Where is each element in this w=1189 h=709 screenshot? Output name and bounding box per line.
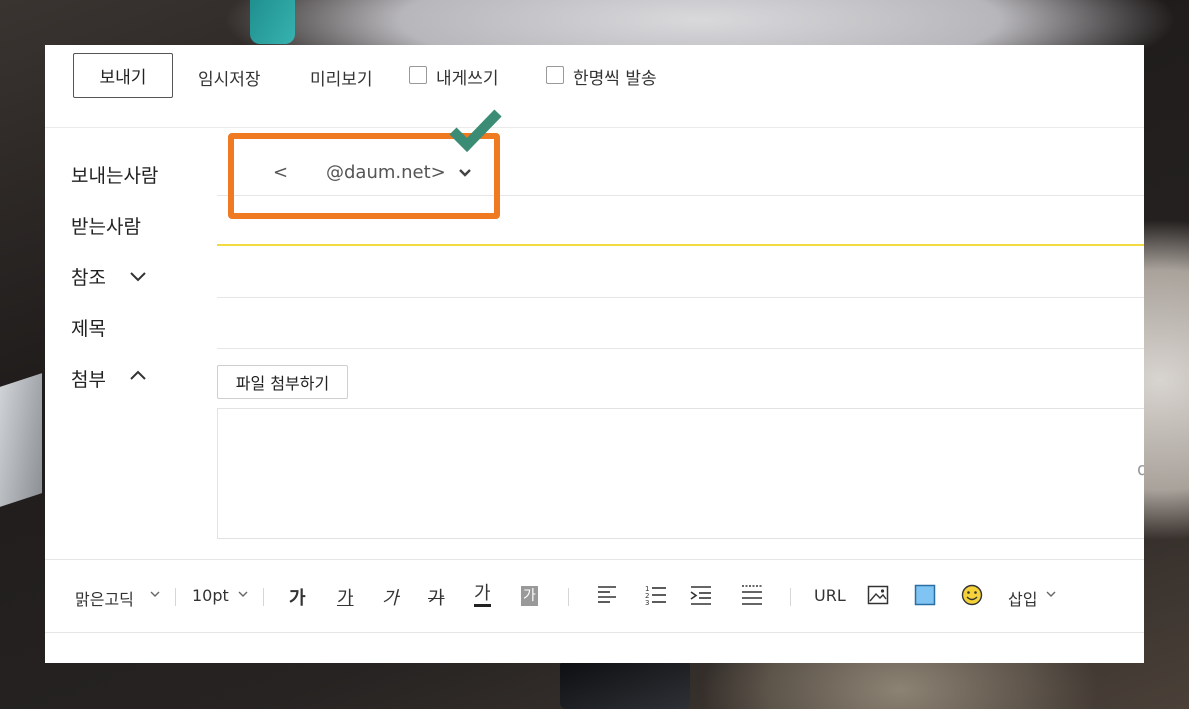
preview-button[interactable]: 미리보기	[310, 65, 373, 90]
chevron-up-icon[interactable]	[129, 369, 147, 381]
recipient-input[interactable]	[217, 244, 1144, 246]
dropzone-hint: d	[1137, 459, 1144, 479]
send-button[interactable]: 보내기	[73, 53, 173, 98]
subject-input[interactable]	[217, 348, 1144, 349]
subject-label: 제목	[71, 318, 106, 340]
file-attach-button[interactable]: 파일 첨부하기	[217, 365, 348, 399]
compose-toolbar: 보내기 임시저장 미리보기 내게쓰기 한명씩 발송	[45, 45, 1144, 128]
font-size-select[interactable]: 10pt	[192, 586, 229, 605]
separator	[568, 588, 569, 606]
background-object	[250, 0, 295, 44]
save-draft-button[interactable]: 임시저장	[198, 65, 261, 90]
chevron-down-icon[interactable]	[238, 591, 248, 598]
url-button[interactable]: URL	[814, 586, 846, 605]
separator	[175, 588, 176, 606]
attach-label[interactable]: 첨부	[71, 365, 106, 392]
svg-text:3: 3	[645, 599, 649, 606]
checkmark-icon	[449, 109, 502, 153]
separator	[263, 588, 264, 606]
editor-toolbar: 맑은고딕 10pt 가 가 가 가 가 가 123 URL 삽입	[45, 559, 1144, 633]
image-icon[interactable]	[867, 584, 889, 606]
line-spacing-icon[interactable]	[741, 584, 763, 606]
chevron-down-icon[interactable]	[150, 591, 160, 598]
underline-button[interactable]: 가	[337, 584, 354, 610]
separator	[790, 588, 791, 606]
attachment-dropzone[interactable]	[217, 408, 1144, 539]
bold-button[interactable]: 가	[289, 584, 306, 610]
align-left-icon[interactable]	[597, 584, 617, 604]
individual-send-label[interactable]: 한명씩 발송	[573, 64, 657, 89]
numbered-list-icon[interactable]: 123	[645, 584, 667, 606]
table-box-icon[interactable]	[914, 584, 936, 606]
text-color-button[interactable]: 가	[474, 584, 491, 607]
cc-label[interactable]: 참조	[71, 263, 106, 290]
font-family-select[interactable]: 맑은고딕	[75, 586, 134, 610]
to-me-label[interactable]: 내게쓰기	[436, 64, 499, 89]
chevron-down-icon[interactable]	[129, 271, 147, 283]
mail-compose-panel: 보내기 임시저장 미리보기 내게쓰기 한명씩 발송 보내는사람 < @daum.…	[45, 45, 1144, 663]
background-object	[560, 660, 690, 709]
strikethrough-button[interactable]: 가	[428, 584, 445, 610]
cc-input[interactable]	[217, 297, 1144, 298]
background-object	[0, 373, 42, 507]
insert-menu[interactable]: 삽입	[1008, 586, 1037, 610]
chevron-down-icon[interactable]	[1046, 591, 1056, 598]
recipient-label: 받는사람	[71, 216, 141, 238]
background-color-button[interactable]: 가	[521, 586, 538, 606]
individual-send-checkbox[interactable]	[546, 66, 564, 84]
to-me-checkbox[interactable]	[409, 66, 427, 84]
indent-icon[interactable]	[690, 584, 712, 606]
italic-button[interactable]: 가	[382, 584, 399, 610]
sender-label: 보내는사람	[71, 165, 159, 187]
emoji-icon[interactable]	[961, 584, 983, 606]
